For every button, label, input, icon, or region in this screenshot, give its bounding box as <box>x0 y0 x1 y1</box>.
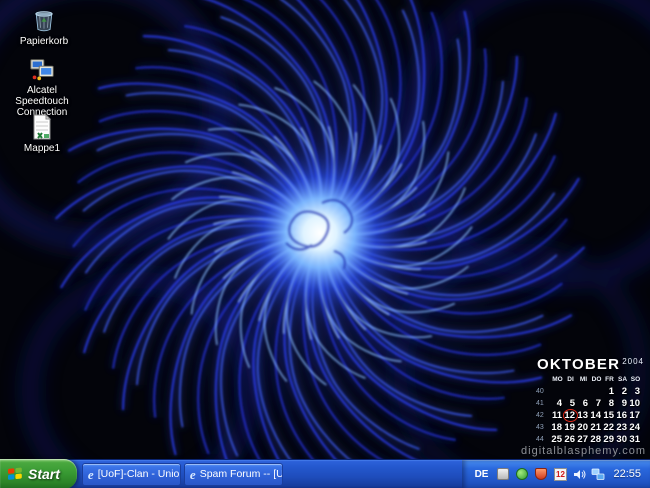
calendar-day: 9 <box>616 398 629 410</box>
taskbar-button-spam-forum[interactable]: e Spam Forum -- [UoF]-... <box>184 463 283 486</box>
taskbar-clock[interactable]: 22:55 <box>613 468 641 480</box>
calendar-day: 13 <box>577 410 590 422</box>
calendar-day: 3 <box>629 386 642 398</box>
window-title: [UoF]-Clan - Union of... <box>98 468 181 480</box>
calendar-day-header: MI <box>577 375 590 386</box>
calendar-day: 6 <box>577 398 590 410</box>
network-icon[interactable] <box>591 467 605 481</box>
calendar-day-header: SO <box>629 375 642 386</box>
calendar-week-number: 42 <box>536 410 551 422</box>
taskbar: Start e [UoF]-Clan - Union of... e Spam … <box>0 459 650 488</box>
calendar-day: 23 <box>616 422 629 434</box>
calendar-day: 7 <box>590 398 603 410</box>
calendar-day: 8 <box>603 398 616 410</box>
calendar-day-header: MO <box>551 375 564 386</box>
desktop-icon-mappe1[interactable]: Mappe1 <box>0 112 84 154</box>
calendar-year: 2004 <box>622 357 644 366</box>
date-badge-icon[interactable]: 12 <box>553 467 567 481</box>
calendar-day: 15 <box>603 410 616 422</box>
calendar-day: 20 <box>577 422 590 434</box>
window-title: Spam Forum -- [UoF]-... <box>200 468 283 480</box>
calendar-day: 24 <box>629 422 642 434</box>
calendar-day: 21 <box>590 422 603 434</box>
excel-workbook-icon <box>27 112 57 142</box>
calendar-day-header: SA <box>616 375 629 386</box>
calendar-day <box>590 386 603 398</box>
calendar-day: 19 <box>564 422 577 434</box>
calendar-day: 1 <box>603 386 616 398</box>
calendar-day: 18 <box>551 422 564 434</box>
desktop-icon-label: Papierkorb <box>20 36 68 47</box>
taskbar-button-uof-clan[interactable]: e [UoF]-Clan - Union of... <box>82 463 181 486</box>
calendar-month: OKTOBER <box>537 356 620 373</box>
calendar-day <box>551 386 564 398</box>
start-button[interactable]: Start <box>0 459 77 488</box>
wallpaper-watermark: digitalblasphemy.com <box>521 445 646 457</box>
calendar-day-header: FR <box>603 375 616 386</box>
recycle-bin-icon <box>29 5 59 35</box>
calendar-day-header: DI <box>564 375 577 386</box>
start-label: Start <box>28 466 60 482</box>
antivirus-shield-icon[interactable] <box>534 467 548 481</box>
calendar-day-header: DO <box>590 375 603 386</box>
calendar-day: 4 <box>551 398 564 410</box>
calendar-day: 2 <box>616 386 629 398</box>
taskbar-window-buttons: e [UoF]-Clan - Union of... e Spam Forum … <box>82 463 283 486</box>
desktop-icon-recycle-bin[interactable]: Papierkorb <box>2 5 86 47</box>
calendar-corner <box>536 375 551 386</box>
dialup-connection-icon <box>27 54 57 84</box>
calendar-title: OKTOBER 2004 <box>536 356 645 373</box>
calendar-day <box>577 386 590 398</box>
system-tray: DE 12 22:55 <box>462 460 650 488</box>
calendar-grid: MODIMIDOFRSASO40123414567891042111213141… <box>536 375 645 446</box>
calendar-day: 10 <box>629 398 642 410</box>
volume-icon[interactable] <box>572 467 586 481</box>
desktop-icon-label: Mappe1 <box>24 143 60 154</box>
calendar-day: 17 <box>629 410 642 422</box>
calendar-week-number: 43 <box>536 422 551 434</box>
messenger-icon[interactable] <box>515 467 529 481</box>
desktop-icon-alcatel-connection[interactable]: Alcatel Speedtouch Connection <box>0 54 84 118</box>
calendar-week-number: 41 <box>536 398 551 410</box>
calendar-week-number: 40 <box>536 386 551 398</box>
internet-explorer-icon: e <box>190 468 196 481</box>
calendar-day: 16 <box>616 410 629 422</box>
windows-flag-icon <box>7 467 23 481</box>
calendar-day <box>564 386 577 398</box>
wallpaper-calendar: OKTOBER 2004 MODIMIDOFRSASO4012341456789… <box>536 356 645 446</box>
desktop: Papierkorb Alcatel Speedtouch Connection <box>0 0 650 488</box>
calendar-day: 22 <box>603 422 616 434</box>
tray-app-icon[interactable] <box>496 467 510 481</box>
language-indicator[interactable]: DE <box>472 468 492 481</box>
calendar-day: 12 <box>564 410 577 422</box>
internet-explorer-icon: e <box>88 468 94 481</box>
calendar-day: 14 <box>590 410 603 422</box>
